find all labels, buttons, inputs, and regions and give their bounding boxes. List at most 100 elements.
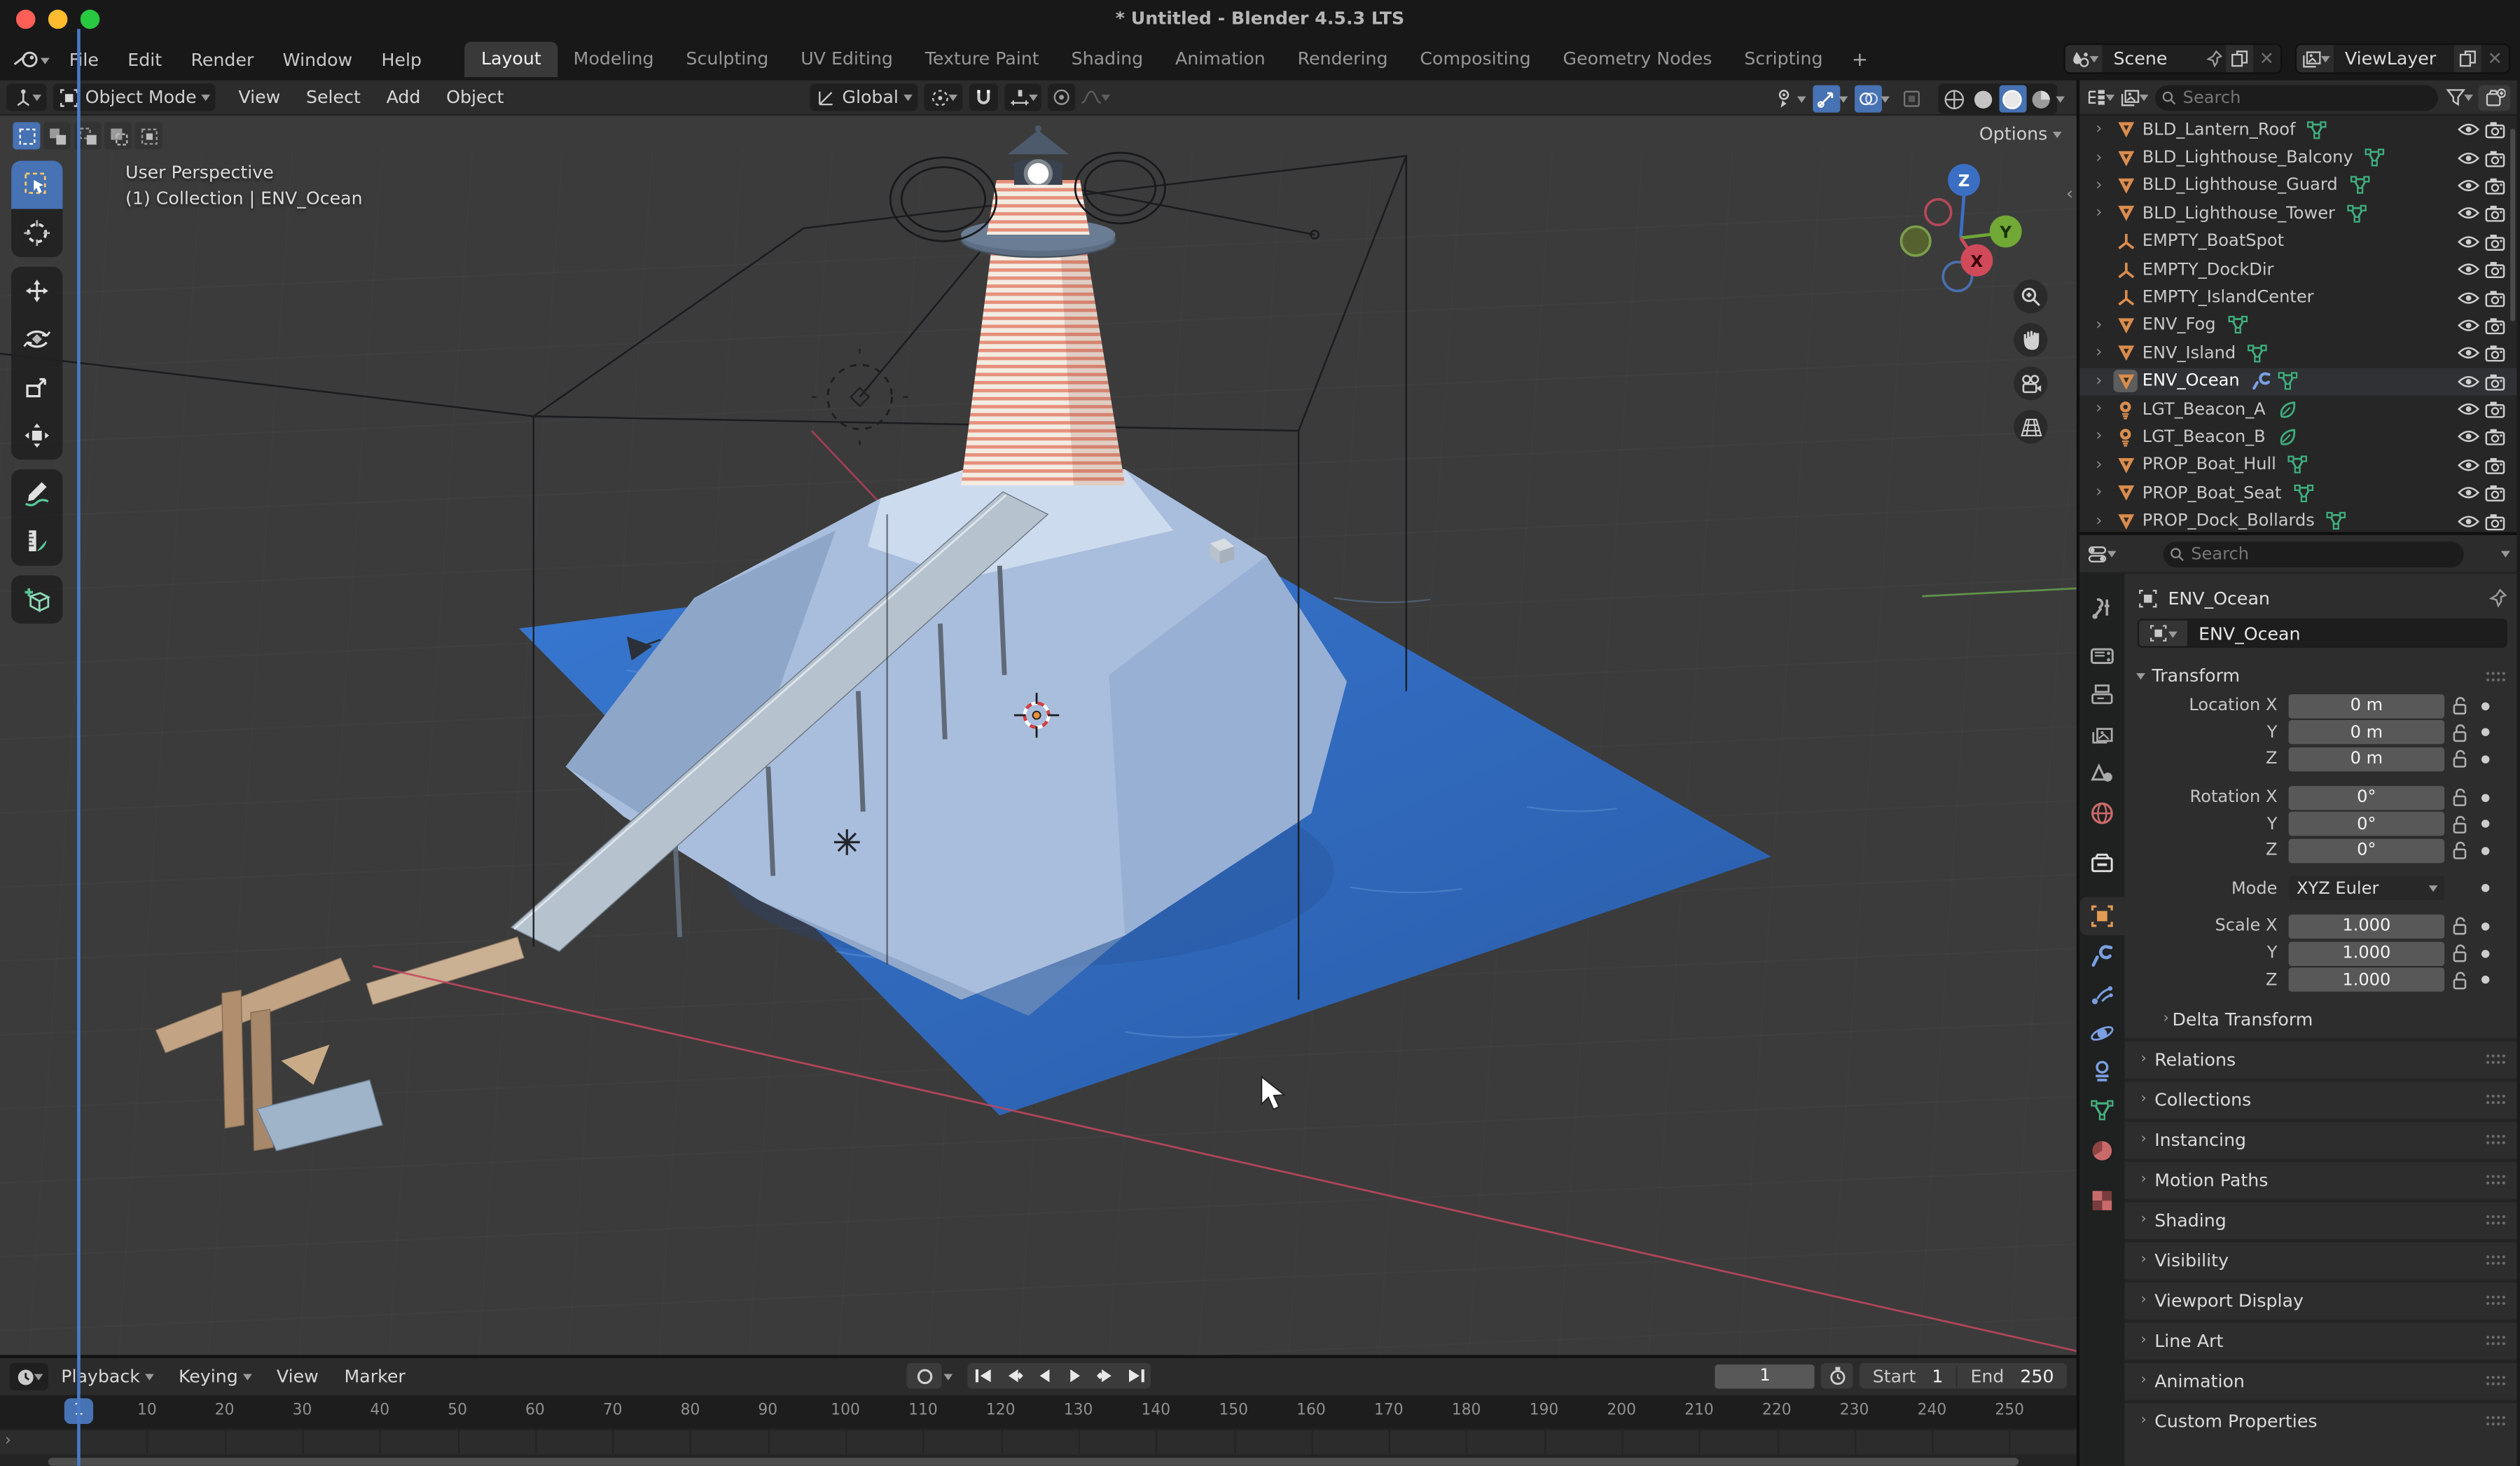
properties-tab-constraints[interactable] <box>2079 1053 2124 1091</box>
shading-material-preview-button[interactable] <box>1999 85 2026 113</box>
play-reverse-button[interactable] <box>1030 1362 1059 1390</box>
xray-toggle[interactable] <box>1898 85 1925 113</box>
viewlayer-remove-button[interactable]: ✕ <box>2481 48 2509 69</box>
object-name[interactable]: EMPTY_IslandCenter <box>2142 288 2314 307</box>
panel-line-art[interactable]: ›Line Art <box>2138 1325 2507 1358</box>
shading-solid-button[interactable] <box>1970 85 1998 113</box>
timeline-editor-type-button[interactable]: ▾ <box>10 1363 48 1390</box>
workspace-tab-modeling[interactable]: Modeling <box>558 42 670 77</box>
outliner-item-env_island[interactable]: ›ENV_Island <box>2079 339 2516 367</box>
panel-viewport-display[interactable]: ›Viewport Display <box>2138 1284 2507 1318</box>
outliner-search[interactable] <box>2155 84 2438 110</box>
hide-in-viewport-toggle[interactable] <box>2456 318 2481 333</box>
play-button[interactable] <box>1060 1362 1089 1390</box>
value-field[interactable]: 0° <box>2289 838 2445 862</box>
panel-drag-icon[interactable] <box>2485 1335 2507 1348</box>
workspace-tab-rendering[interactable]: Rendering <box>1282 42 1404 77</box>
outliner-item-lgt_beacon_b[interactable]: › LGT_Beacon_B <box>2079 423 2516 451</box>
frame-start-field[interactable]: Start 1 <box>1860 1365 1958 1386</box>
outliner-item-prop_boat_seat[interactable]: ›PROP_Boat_Seat <box>2079 479 2516 507</box>
panel-drag-icon[interactable] <box>2485 1134 2507 1147</box>
measure-tool-button[interactable] <box>11 518 62 566</box>
disclosure-icon[interactable]: › <box>2096 512 2113 530</box>
workspace-tab-scripting[interactable]: Scripting <box>1728 42 1839 77</box>
delta-transform-subpanel[interactable]: ›Delta Transform <box>2138 1003 2507 1037</box>
lock-icon[interactable] <box>2444 917 2473 936</box>
properties-tab-render[interactable] <box>2079 637 2124 675</box>
workspace-tab-texture-paint[interactable]: Texture Paint <box>909 42 1055 77</box>
lock-icon[interactable] <box>2444 815 2473 834</box>
new-collection-button[interactable] <box>2478 84 2510 110</box>
value-field[interactable]: 0 m <box>2289 721 2445 745</box>
snap-toggle[interactable] <box>969 83 998 111</box>
disclosure-icon[interactable]: › <box>2096 345 2113 362</box>
workspace-tab-sculpting[interactable]: Sculpting <box>670 42 784 77</box>
hide-in-viewport-toggle[interactable] <box>2456 290 2481 305</box>
viewport-menu-view[interactable]: View <box>226 87 293 108</box>
current-frame-field[interactable]: 1 <box>1715 1364 1815 1388</box>
hide-in-viewport-toggle[interactable] <box>2456 513 2481 528</box>
properties-tab-particles[interactable] <box>2079 976 2124 1014</box>
object-name[interactable]: LGT_Beacon_A <box>2142 399 2266 419</box>
hide-in-viewport-toggle[interactable] <box>2456 458 2481 473</box>
outliner-item-bld_lighthouse_tower[interactable]: ›BLD_Lighthouse_Tower <box>2079 200 2516 228</box>
outliner-item-bld_lantern_roof[interactable]: ›BLD_Lantern_Roof <box>2079 116 2516 144</box>
object-name[interactable]: BLD_Lantern_Roof <box>2142 120 2296 139</box>
viewport-menu-object[interactable]: Object <box>434 87 517 108</box>
zoom-view-button[interactable] <box>2014 279 2047 313</box>
rotation-mode-dropdown[interactable]: XYZ Euler▾ <box>2289 876 2445 900</box>
object-name[interactable]: BLD_Lighthouse_Tower <box>2142 204 2335 223</box>
workspace-tab-geometry-nodes[interactable]: Geometry Nodes <box>1547 42 1729 77</box>
previous-keyframe-button[interactable] <box>999 1362 1028 1390</box>
outliner-item-prop_boat_hull[interactable]: ›PROP_Boat_Hull <box>2079 451 2516 479</box>
shading-rendered-button[interactable] <box>2028 85 2056 113</box>
outliner-editor-type-button[interactable]: ▾ <box>2086 88 2113 107</box>
transform-orientation-selector[interactable]: Global▾ <box>810 83 918 111</box>
panel-animation[interactable]: ›Animation <box>2138 1364 2507 1398</box>
outliner-search-input[interactable] <box>2183 86 2429 109</box>
disable-in-renders-toggle[interactable] <box>2481 512 2507 530</box>
show-overlays-toggle[interactable] <box>1855 85 1882 113</box>
panel-drag-icon[interactable] <box>2485 1294 2507 1307</box>
show-gizmo-toggle[interactable] <box>1813 85 1840 113</box>
object-name[interactable]: LGT_Beacon_B <box>2142 427 2266 447</box>
menu-help[interactable]: Help <box>367 49 436 70</box>
3d-viewport[interactable]: Options▾ User Perspective (1) Collection… <box>0 116 2077 1355</box>
disclosure-icon[interactable]: › <box>2096 428 2113 445</box>
timeline-menu-marker[interactable]: Marker <box>331 1366 418 1387</box>
menu-render[interactable]: Render <box>176 49 268 70</box>
disable-in-renders-toggle[interactable] <box>2481 205 2507 222</box>
camera-view-button[interactable] <box>2014 366 2047 400</box>
select-box-tool-button[interactable] <box>11 160 62 209</box>
animate-property-button[interactable] <box>2473 885 2495 892</box>
panel-collections[interactable]: ›Collections <box>2138 1083 2507 1116</box>
properties-tab-output[interactable] <box>2079 677 2124 715</box>
properties-tab-material[interactable] <box>2079 1131 2124 1170</box>
outliner-filter-button[interactable]: ▾ <box>2446 88 2472 106</box>
panel-drag-icon[interactable] <box>2485 1415 2507 1427</box>
object-name[interactable]: PROP_Boat_Seat <box>2142 483 2282 503</box>
disable-in-renders-toggle[interactable] <box>2481 484 2507 502</box>
select-mode-extend-button[interactable] <box>43 122 71 149</box>
disclosure-icon[interactable]: › <box>2096 148 2113 166</box>
next-keyframe-button[interactable] <box>1091 1362 1120 1390</box>
animate-property-button[interactable] <box>2473 922 2495 930</box>
properties-tab-data[interactable] <box>2079 1091 2124 1130</box>
disable-in-renders-toggle[interactable] <box>2481 261 2507 278</box>
timeline-menu-playback[interactable]: Playback▾ <box>48 1366 166 1387</box>
gizmo-neg-y[interactable] <box>1902 227 1930 256</box>
properties-tab-collection[interactable] <box>2079 844 2124 883</box>
viewlayer-copy-button[interactable] <box>2453 45 2481 72</box>
hide-in-viewport-toggle[interactable] <box>2456 402 2481 417</box>
panel-drag-icon[interactable] <box>2485 1254 2507 1267</box>
auto-keying-toggle[interactable] <box>906 1363 941 1389</box>
animate-property-button[interactable] <box>2473 794 2495 801</box>
disable-in-renders-toggle[interactable] <box>2481 233 2507 250</box>
outliner-display-mode-button[interactable]: ▾ <box>2120 88 2147 107</box>
workspace-tab-animation[interactable]: Animation <box>1159 42 1282 77</box>
viewport-menu-select[interactable]: Select <box>293 87 374 108</box>
panel-motion-paths[interactable]: ›Motion Paths <box>2138 1163 2507 1197</box>
jump-to-start-button[interactable] <box>969 1362 998 1390</box>
panel-drag-icon[interactable] <box>2485 1375 2507 1388</box>
disable-in-renders-toggle[interactable] <box>2481 148 2507 166</box>
